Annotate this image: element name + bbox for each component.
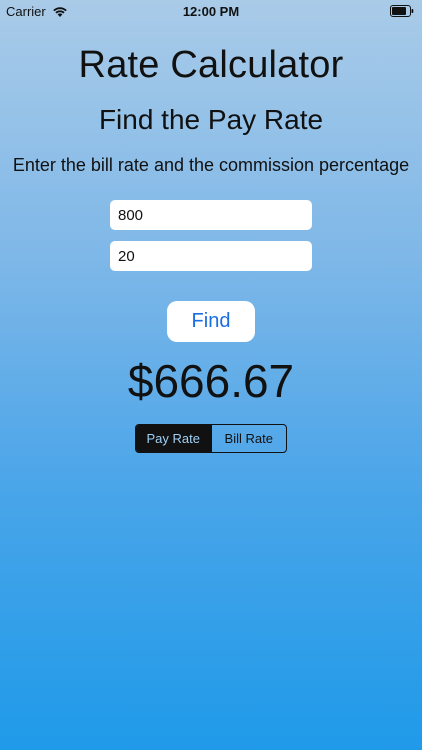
instructions-text: Enter the bill rate and the commission p… (12, 155, 410, 175)
status-time: 12:00 PM (182, 4, 240, 19)
bill-rate-input[interactable] (110, 200, 312, 230)
status-bar: Carrier 12:00 PM (0, 0, 422, 22)
rate-mode-segmented-control: Pay Rate Bill Rate (135, 424, 287, 453)
segment-bill-rate[interactable]: Bill Rate (210, 425, 287, 452)
commission-input[interactable] (110, 241, 312, 271)
page-subtitle: Find the Pay Rate (98, 104, 324, 135)
find-button[interactable]: Find (167, 301, 255, 342)
result-value: $666.67 (127, 355, 295, 407)
battery-icon (390, 5, 414, 17)
segment-pay-rate[interactable]: Pay Rate (136, 425, 211, 452)
page-title: Rate Calculator (78, 44, 344, 86)
